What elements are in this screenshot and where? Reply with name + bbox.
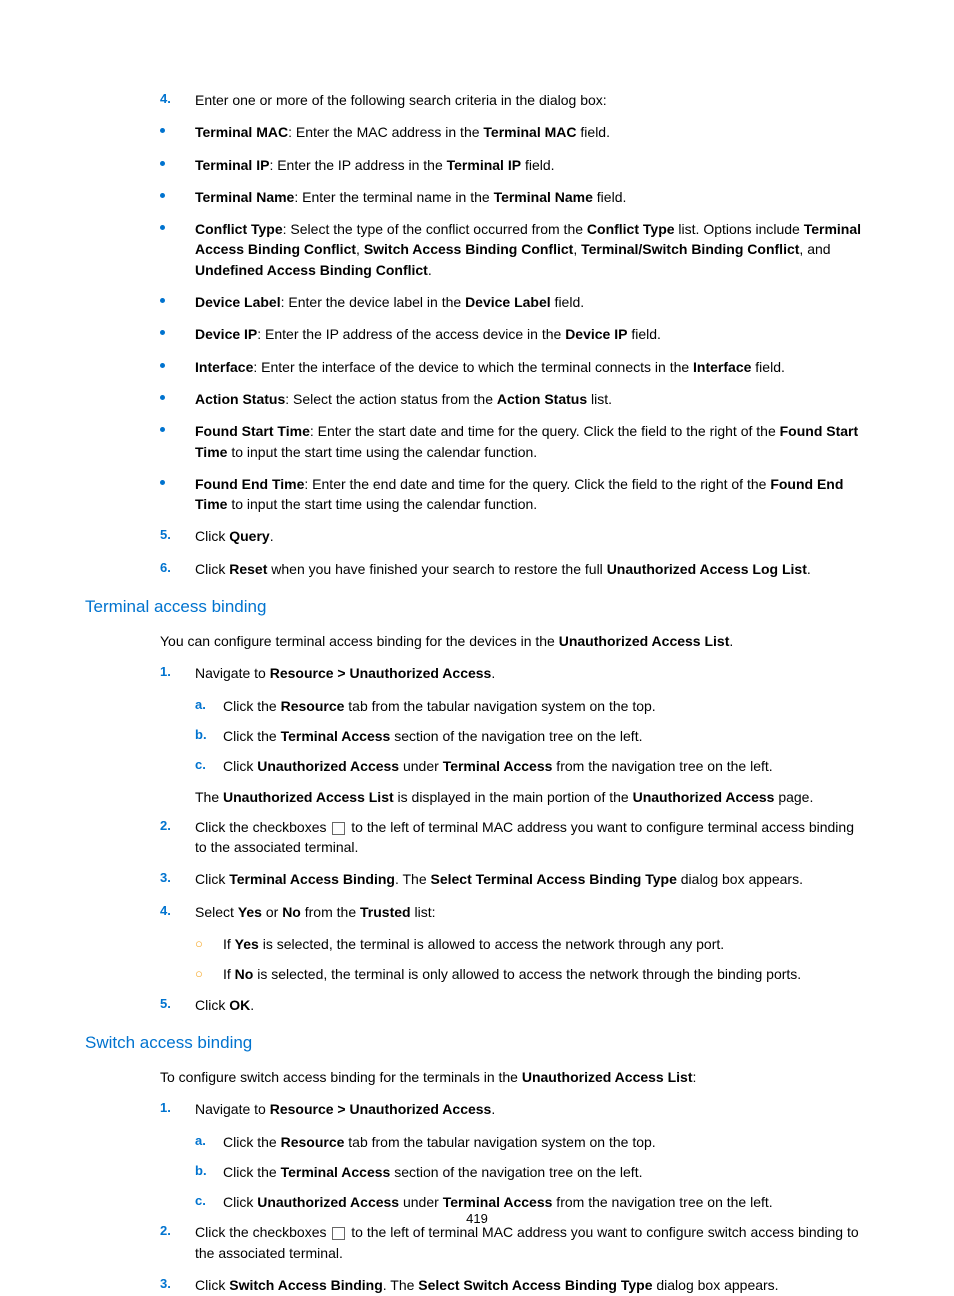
step-6: 6.Click Reset when you have finished you… <box>160 559 869 579</box>
checkbox-icon <box>332 822 345 835</box>
s1-circ-yes: ○If Yes is selected, the terminal is all… <box>195 934 869 954</box>
bullet-interface: Interface: Enter the interface of the de… <box>160 357 869 377</box>
s1-sub-a: a.Click the Resource tab from the tabula… <box>195 696 869 716</box>
bullet-conflict-type: Conflict Type: Select the type of the co… <box>160 219 869 280</box>
s1-sub-b: b.Click the Terminal Access section of t… <box>195 726 869 746</box>
step-4: 4.Enter one or more of the following sea… <box>160 90 869 110</box>
s1-step-1: 1.Navigate to Resource > Unauthorized Ac… <box>160 663 869 683</box>
circle-icon: ○ <box>195 934 223 954</box>
page-number: 419 <box>0 1211 954 1226</box>
intro-terminal: You can configure terminal access bindin… <box>160 631 869 651</box>
s1-step-5: 5.Click OK. <box>160 995 869 1015</box>
step-5: 5.Click Query. <box>160 526 869 546</box>
bullet-action-status: Action Status: Select the action status … <box>160 389 869 409</box>
s2-sub-a: a.Click the Resource tab from the tabula… <box>195 1132 869 1152</box>
checkbox-icon <box>332 1227 345 1240</box>
s2-step-1: 1.Navigate to Resource > Unauthorized Ac… <box>160 1099 869 1119</box>
bullet-terminal-mac: Terminal MAC: Enter the MAC address in t… <box>160 122 869 142</box>
s2-step-2: 2.Click the checkboxes to the left of te… <box>160 1222 869 1263</box>
bullet-found-end-time: Found End Time: Enter the end date and t… <box>160 474 869 515</box>
bullet-device-ip: Device IP: Enter the IP address of the a… <box>160 324 869 344</box>
intro-switch: To configure switch access binding for t… <box>160 1067 869 1087</box>
s1-step-4: 4.Select Yes or No from the Trusted list… <box>160 902 869 922</box>
content: 4.Enter one or more of the following sea… <box>160 90 869 1295</box>
bullet-terminal-ip: Terminal IP: Enter the IP address in the… <box>160 155 869 175</box>
s1-sub-c: c.Click Unauthorized Access under Termin… <box>195 756 869 776</box>
circle-icon: ○ <box>195 964 223 984</box>
s1-step-3: 3.Click Terminal Access Binding. The Sel… <box>160 869 869 889</box>
s2-sub-c: c.Click Unauthorized Access under Termin… <box>195 1192 869 1212</box>
s2-sub-b: b.Click the Terminal Access section of t… <box>195 1162 869 1182</box>
s1-step-2: 2.Click the checkboxes to the left of te… <box>160 817 869 858</box>
s1-note: The Unauthorized Access List is displaye… <box>195 787 869 807</box>
bullet-found-start-time: Found Start Time: Enter the start date a… <box>160 421 869 462</box>
bullet-terminal-name: Terminal Name: Enter the terminal name i… <box>160 187 869 207</box>
s2-step-3: 3.Click Switch Access Binding. The Selec… <box>160 1275 869 1295</box>
heading-terminal-access-binding: Terminal access binding <box>85 597 869 617</box>
page: 4.Enter one or more of the following sea… <box>0 0 954 1296</box>
bullet-device-label: Device Label: Enter the device label in … <box>160 292 869 312</box>
s1-circ-no: ○If No is selected, the terminal is only… <box>195 964 869 984</box>
heading-switch-access-binding: Switch access binding <box>85 1033 869 1053</box>
